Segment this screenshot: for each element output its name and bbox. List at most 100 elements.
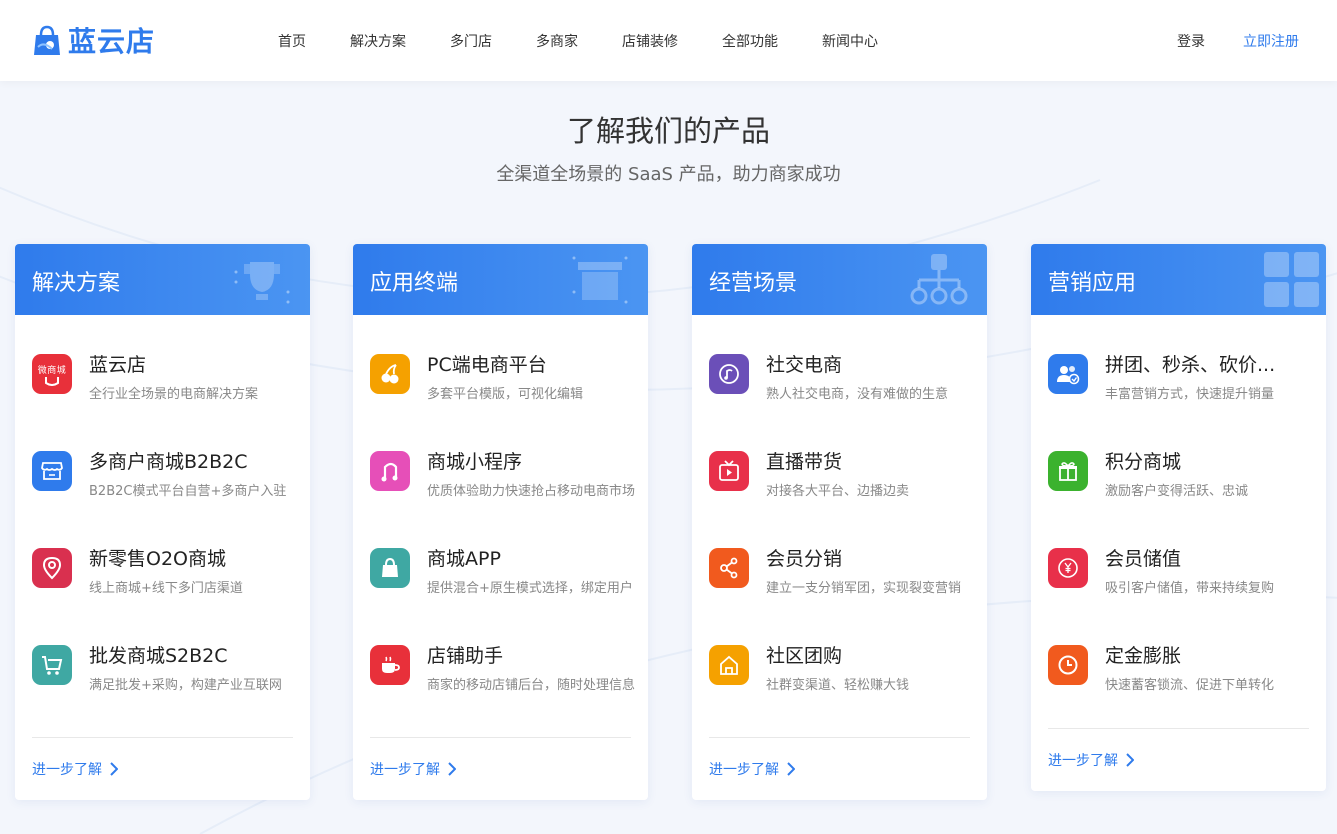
item-desc: 快速蓄客锁流、促进下单转化 xyxy=(1105,678,1275,693)
item-title: 拼团、秒杀、砍价... xyxy=(1105,354,1276,376)
learn-more-link[interactable]: 进一步了解 xyxy=(1048,750,1134,770)
wei-mall-icon: 微商城 xyxy=(32,354,72,394)
list-item[interactable]: 批发商城S2B2C 满足批发+采购，构建产业互联网 xyxy=(32,645,302,705)
learn-more-label: 进一步了解 xyxy=(709,762,779,778)
nav-item-news[interactable]: 新闻中心 xyxy=(822,31,878,51)
card-header: 经营场景 xyxy=(692,244,987,315)
list-item[interactable]: 会员分销 建立一支分销军团，实现裂变营销 xyxy=(709,548,979,608)
item-title: 店铺助手 xyxy=(427,645,504,667)
brand-name: 蓝云店 xyxy=(68,25,156,58)
list-item[interactable]: 微商城 蓝云店 全行业全场景的电商解决方案 xyxy=(32,354,302,414)
list-item[interactable]: PC端电商平台 多套平台模版，可视化编辑 xyxy=(370,354,640,414)
list-item[interactable]: 积分商城 激励客户变得活跃、忠诚 xyxy=(1048,451,1318,511)
item-desc: 激励客户变得活跃、忠诚 xyxy=(1105,484,1249,499)
group-users-icon xyxy=(1048,354,1088,394)
cart-icon xyxy=(32,645,72,685)
item-desc: 熟人社交电商，没有难做的生意 xyxy=(766,387,949,402)
clock-icon xyxy=(1048,645,1088,685)
card-title: 解决方案 xyxy=(32,271,121,296)
learn-more-link[interactable]: 进一步了解 xyxy=(370,759,456,779)
section-title: 了解我们的产品 xyxy=(566,114,770,148)
card-title: 应用终端 xyxy=(370,271,459,296)
item-title: 新零售O2O商城 xyxy=(89,548,226,570)
item-desc: 对接各大平台、边播边卖 xyxy=(766,484,910,499)
cup-deco-icon xyxy=(234,262,290,304)
card-solutions: 解决方案 微商城 蓝云店 全行业全场景的电商解决方案 多商户商城B2B2C B2… xyxy=(15,244,310,800)
list-item[interactable]: 商城APP 提供混合+原生模式选择，绑定用户 xyxy=(370,548,640,608)
gift-icon xyxy=(1048,451,1088,491)
item-title: 直播带货 xyxy=(766,451,843,473)
share-network-icon xyxy=(709,548,749,588)
list-item[interactable]: 拼团、秒杀、砍价... 丰富营销方式，快速提升销量 xyxy=(1048,354,1318,414)
coffee-cup-icon xyxy=(370,645,410,685)
nav-item-store-decoration[interactable]: 店铺装修 xyxy=(622,31,678,51)
org-chart-deco-icon xyxy=(910,254,968,305)
location-pin-icon xyxy=(32,548,72,588)
list-item[interactable]: 商城小程序 优质体验助力快速抢占移动电商市场 xyxy=(370,451,640,511)
item-desc: 全行业全场景的电商解决方案 xyxy=(89,387,259,402)
chevron-right-icon xyxy=(787,762,795,776)
yen-coin-icon xyxy=(1048,548,1088,588)
list-item[interactable]: 社交电商 熟人社交电商，没有难做的生意 xyxy=(709,354,979,414)
wei-mall-badge: 微商城 xyxy=(37,365,67,376)
shopping-bag-icon xyxy=(370,548,410,588)
chevron-right-icon xyxy=(448,762,456,776)
list-item[interactable]: 社区团购 社群变渠道、轻松赚大钱 xyxy=(709,645,979,705)
chevron-right-icon xyxy=(1126,753,1134,767)
item-desc: 吸引客户储值，带来持续复购 xyxy=(1105,581,1275,596)
item-title: 定金膨胀 xyxy=(1105,645,1182,667)
card-marketing-apps: 营销应用 拼团、秒杀、砍价... 丰富营销方式，快速提升销量 积分商城 激励客户… xyxy=(1031,244,1326,791)
item-title: 批发商城S2B2C xyxy=(89,645,228,667)
music-note-icon xyxy=(370,451,410,491)
nav-item-multi-merchant[interactable]: 多商家 xyxy=(536,31,578,51)
card-title: 经营场景 xyxy=(709,271,798,296)
item-title: 社交电商 xyxy=(766,354,843,376)
chevron-right-icon xyxy=(110,762,118,776)
item-desc: 多套平台模版，可视化编辑 xyxy=(427,387,584,402)
section-subtitle: 全渠道全场景的 SaaS 产品，助力商家成功 xyxy=(496,164,841,185)
list-item[interactable]: 多商户商城B2B2C B2B2C模式平台自营+多商户入驻 xyxy=(32,451,302,511)
grid-deco-icon xyxy=(1264,252,1319,307)
list-item[interactable]: 会员储值 吸引客户储值，带来持续复购 xyxy=(1048,548,1318,608)
card-header: 营销应用 xyxy=(1031,244,1326,315)
card-app-terminals: 应用终端 PC端电商平台 多套平台模版，可视化编辑 商城小程序 优质体验助力快速… xyxy=(353,244,648,800)
learn-more-label: 进一步了解 xyxy=(1048,753,1118,769)
item-desc: 社群变渠道、轻松赚大钱 xyxy=(766,678,910,693)
learn-more-link[interactable]: 进一步了解 xyxy=(709,759,795,779)
register-link[interactable]: 立即注册 xyxy=(1243,31,1299,51)
nav-item-home[interactable]: 首页 xyxy=(278,31,306,51)
brand-logo[interactable]: 蓝云店 xyxy=(30,20,155,60)
item-desc: 建立一支分销军团，实现裂变营销 xyxy=(766,581,962,596)
login-link[interactable]: 登录 xyxy=(1177,31,1205,51)
box-deco-icon xyxy=(572,256,628,304)
item-title: 社区团购 xyxy=(766,645,843,667)
item-title: 商城小程序 xyxy=(427,451,523,473)
music-circle-icon xyxy=(709,354,749,394)
list-item[interactable]: 直播带货 对接各大平台、边播边卖 xyxy=(709,451,979,511)
item-desc: 满足批发+采购，构建产业互联网 xyxy=(89,678,282,693)
card-business-scenarios: 经营场景 社交电商 熟人社交电商，没有难做的生意 直播带货 对接各大平台、边播边… xyxy=(692,244,987,800)
list-item[interactable]: 店铺助手 商家的移动店铺后台，随时处理信息 xyxy=(370,645,640,705)
divider xyxy=(370,737,631,738)
learn-more-label: 进一步了解 xyxy=(32,762,102,778)
card-header: 应用终端 xyxy=(353,244,648,315)
store-icon xyxy=(32,451,72,491)
learn-more-link[interactable]: 进一步了解 xyxy=(32,759,118,779)
divider xyxy=(1048,728,1309,729)
item-desc: B2B2C模式平台自营+多商户入驻 xyxy=(89,484,287,499)
divider xyxy=(709,737,970,738)
item-title: 商城APP xyxy=(427,548,501,570)
top-header: 蓝云店 首页 解决方案 多门店 多商家 店铺装修 全部功能 新闻中心 登录 立即… xyxy=(0,0,1337,81)
nav-item-multi-store[interactable]: 多门店 xyxy=(450,31,492,51)
item-title: 蓝云店 xyxy=(89,354,147,376)
nav-item-solutions[interactable]: 解决方案 xyxy=(350,31,406,51)
item-desc: 线上商城+线下多门店渠道 xyxy=(89,581,243,596)
nav-item-all-features[interactable]: 全部功能 xyxy=(722,31,778,51)
divider xyxy=(32,737,293,738)
learn-more-label: 进一步了解 xyxy=(370,762,440,778)
item-desc: 商家的移动店铺后台，随时处理信息 xyxy=(427,678,636,693)
list-item[interactable]: 定金膨胀 快速蓄客锁流、促进下单转化 xyxy=(1048,645,1318,705)
item-title: 会员分销 xyxy=(766,548,843,570)
cherry-icon xyxy=(370,354,410,394)
list-item[interactable]: 新零售O2O商城 线上商城+线下多门店渠道 xyxy=(32,548,302,608)
